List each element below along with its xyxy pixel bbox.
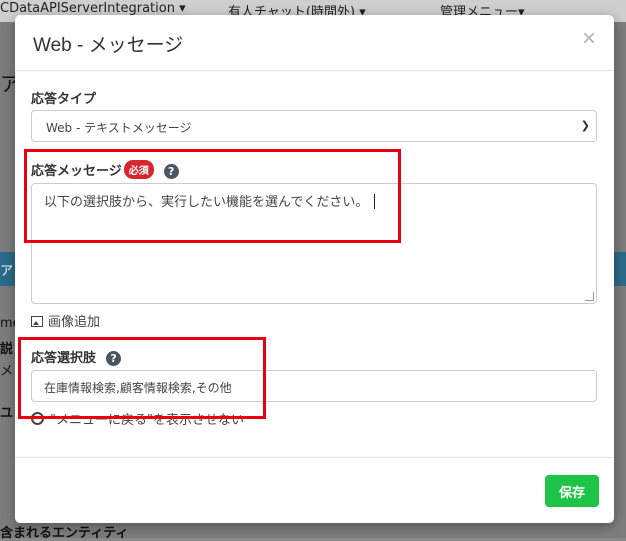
response-options-label: 応答選択肢 [31, 351, 97, 366]
bg-text: ア [0, 264, 14, 279]
hide-menu-back-label: "メニューに戻る"を表示させない [50, 413, 244, 428]
help-icon[interactable]: ? [106, 351, 122, 366]
modal-footer-divider [15, 457, 614, 458]
nav-project-dropdown[interactable]: CDataAPIServerIntegration ▾ [0, 1, 186, 16]
response-options-label-row: 応答選択肢? [31, 347, 122, 366]
help-icon[interactable]: ? [163, 164, 179, 179]
bg-text: メ [0, 364, 14, 379]
hide-menu-back-option[interactable]: "メニューに戻る"を表示させない [31, 409, 244, 428]
save-button[interactable]: 保存 [545, 475, 599, 507]
message-modal: Web - メッセージ × 応答タイプ Web - テキストメッセージ ❯ 応答… [15, 15, 614, 523]
response-message-textarea[interactable]: 以下の選択肢から、実行したい機能を選んでください。 [31, 183, 597, 304]
text-caret [374, 194, 376, 209]
bg-text: ユ [0, 406, 14, 421]
response-type-label: 応答タイプ [31, 92, 97, 107]
modal-title: Web - メッセージ [33, 35, 184, 56]
add-image-link[interactable]: 画像追加 [31, 311, 100, 330]
image-icon [31, 316, 43, 327]
add-image-label: 画像追加 [48, 315, 101, 330]
response-type-select[interactable]: Web - テキストメッセージ ❯ [31, 110, 597, 142]
chevron-down-icon: ❯ [580, 119, 590, 132]
bg-entities-label: 含まれるエンティティ [0, 526, 129, 541]
response-message-label: 応答メッセージ [31, 164, 122, 179]
required-badge: 必須 [123, 160, 154, 179]
response-message-label-row: 応答メッセージ 必須? [31, 160, 179, 179]
resize-handle[interactable] [585, 292, 594, 301]
bg-text: 説 [0, 342, 14, 357]
modal-header: Web - メッセージ × [15, 15, 614, 71]
response-options-value: 在庫情報検索,顧客情報検索,その他 [44, 381, 232, 395]
close-icon[interactable]: × [582, 25, 596, 53]
response-options-input[interactable]: 在庫情報検索,顧客情報検索,その他 [31, 370, 597, 402]
response-message-value: 以下の選択肢から、実行したい機能を選んでください。 [44, 195, 369, 210]
radio-icon[interactable] [31, 412, 44, 425]
response-type-value: Web - テキストメッセージ [46, 121, 192, 135]
